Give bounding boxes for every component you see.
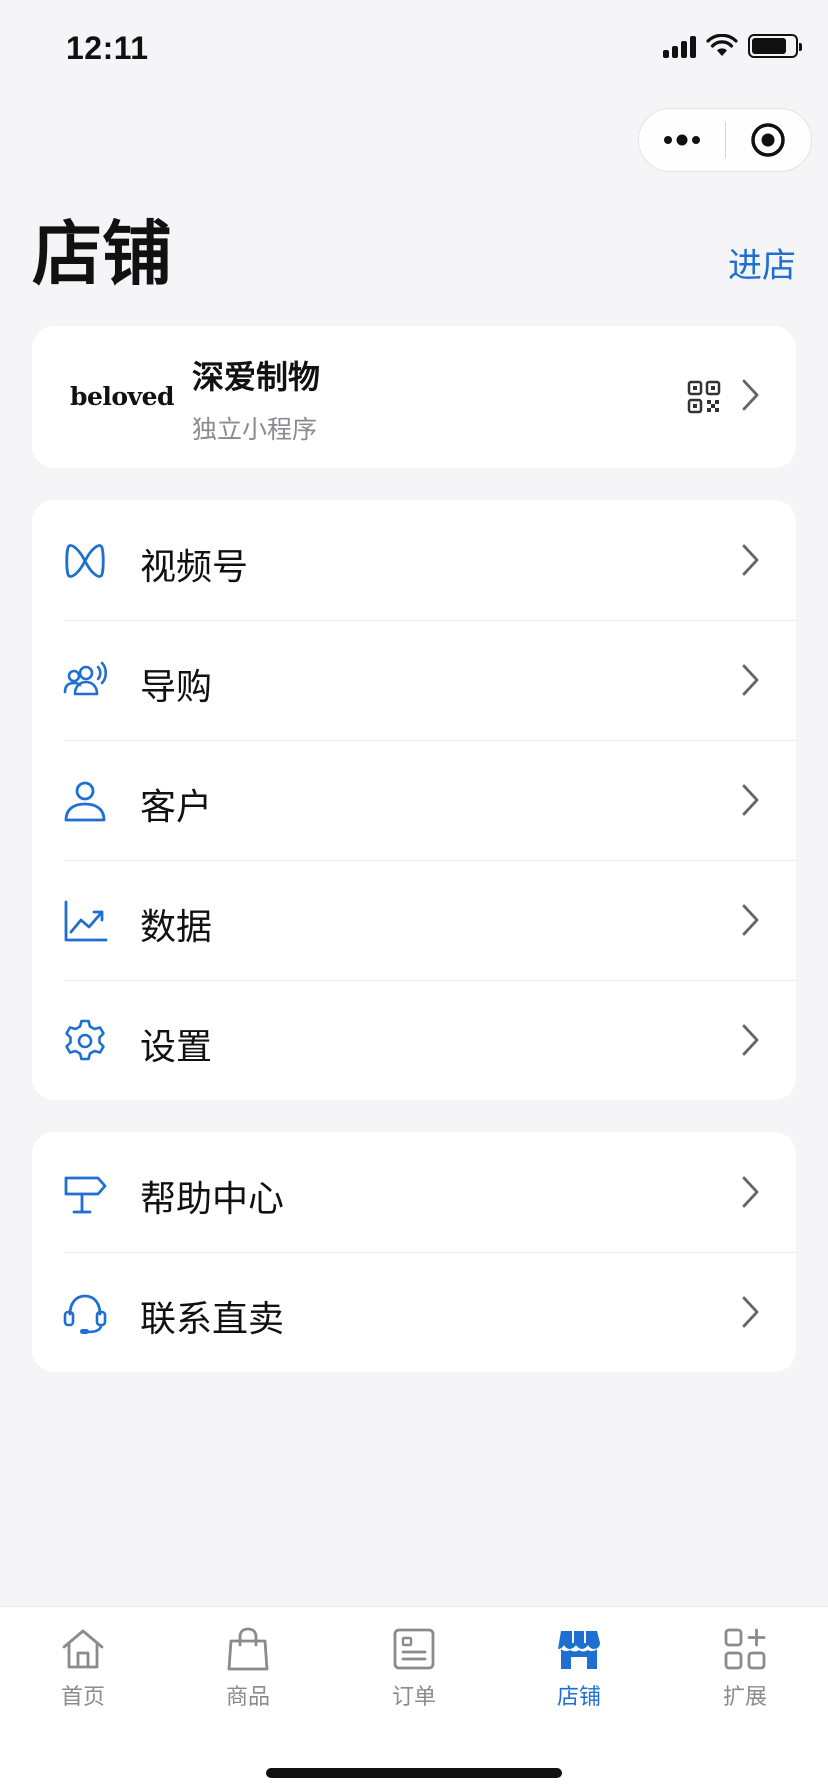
menu-item-label: 帮助中心: [140, 1179, 285, 1220]
chevron-right-icon: [742, 544, 759, 576]
tab-products[interactable]: 商品: [178, 1625, 318, 1725]
channels-icon: [65, 544, 105, 578]
chevron-right-icon: [742, 664, 759, 696]
menu-item-customers[interactable]: 客户: [32, 740, 796, 860]
store-type: 独立小程序: [192, 415, 318, 444]
store-name: 深爱制物: [192, 358, 321, 396]
menu-item-label: 设置: [140, 1027, 213, 1068]
customer-icon: [64, 781, 106, 822]
status-icons: [663, 34, 802, 58]
menu-item-label: 导购: [140, 667, 213, 708]
chevron-right-icon: [742, 1024, 759, 1056]
home-indicator: [266, 1768, 562, 1778]
chevron-right-icon: [742, 379, 759, 411]
menu-item-contact-sales[interactable]: 联系直卖: [32, 1252, 796, 1372]
more-dots-icon: [663, 134, 700, 146]
signpost-icon: [64, 1176, 107, 1214]
order-icon: [393, 1628, 435, 1670]
gear-icon: [65, 1019, 105, 1061]
chevron-right-icon: [742, 784, 759, 816]
headset-icon: [63, 1294, 107, 1334]
status-time: 12:11: [66, 30, 149, 66]
bag-icon: [227, 1627, 269, 1671]
wifi-icon: [706, 34, 738, 56]
store-menu-card: 视频号 导购 客户 数据 设置: [32, 500, 796, 1100]
tab-orders[interactable]: 订单: [344, 1625, 484, 1725]
chevron-right-icon: [742, 904, 759, 936]
chevron-right-icon: [742, 1296, 759, 1328]
tab-home[interactable]: 首页: [13, 1625, 153, 1725]
tab-store[interactable]: 店铺: [509, 1625, 649, 1725]
menu-item-data[interactable]: 数据: [32, 860, 796, 980]
close-miniprogram-button[interactable]: [726, 109, 812, 171]
tab-extensions[interactable]: 扩展: [675, 1625, 815, 1725]
more-button[interactable]: [639, 109, 725, 171]
enter-store-link[interactable]: 进店: [728, 238, 796, 287]
menu-item-settings[interactable]: 设置: [32, 980, 796, 1100]
menu-item-channels[interactable]: 视频号: [32, 500, 796, 620]
chart-icon: [64, 900, 108, 942]
bottom-tab-bar: 首页 商品 订单 店铺 扩展: [0, 1606, 828, 1792]
home-icon: [62, 1629, 104, 1669]
tab-label: 扩展: [722, 1685, 767, 1710]
menu-item-label: 数据: [140, 907, 213, 948]
menu-item-label: 客户: [140, 787, 213, 828]
store-icon: [558, 1631, 600, 1669]
miniprogram-capsule: [638, 108, 812, 172]
tab-label: 订单: [391, 1685, 436, 1710]
store-page: 12:11 店铺 进店 beloved 深爱制物 独立小程序 视频号 导购 客户…: [0, 0, 828, 1792]
menu-item-shopping-guide[interactable]: 导购: [32, 620, 796, 740]
tab-label: 店铺: [556, 1685, 601, 1710]
tab-label: 首页: [60, 1685, 105, 1710]
menu-item-label: 联系直卖: [140, 1299, 285, 1340]
battery-icon: [748, 34, 802, 58]
menu-item-label: 视频号: [140, 547, 249, 588]
signal-icon: [663, 34, 696, 58]
qr-code-icon[interactable]: [687, 380, 721, 414]
chevron-right-icon: [742, 1176, 759, 1208]
support-menu-card: 帮助中心 联系直卖: [32, 1132, 796, 1372]
menu-item-help-center[interactable]: 帮助中心: [32, 1132, 796, 1252]
store-card[interactable]: beloved 深爱制物 独立小程序: [32, 326, 796, 468]
apps-plus-icon: [724, 1628, 766, 1670]
page-title: 店铺: [32, 213, 172, 295]
shopping-guide-icon: [63, 661, 108, 696]
status-bar: 12:11: [0, 0, 828, 100]
brand-logo: beloved: [70, 382, 174, 411]
tab-label: 商品: [225, 1685, 270, 1710]
target-icon: [751, 123, 785, 157]
